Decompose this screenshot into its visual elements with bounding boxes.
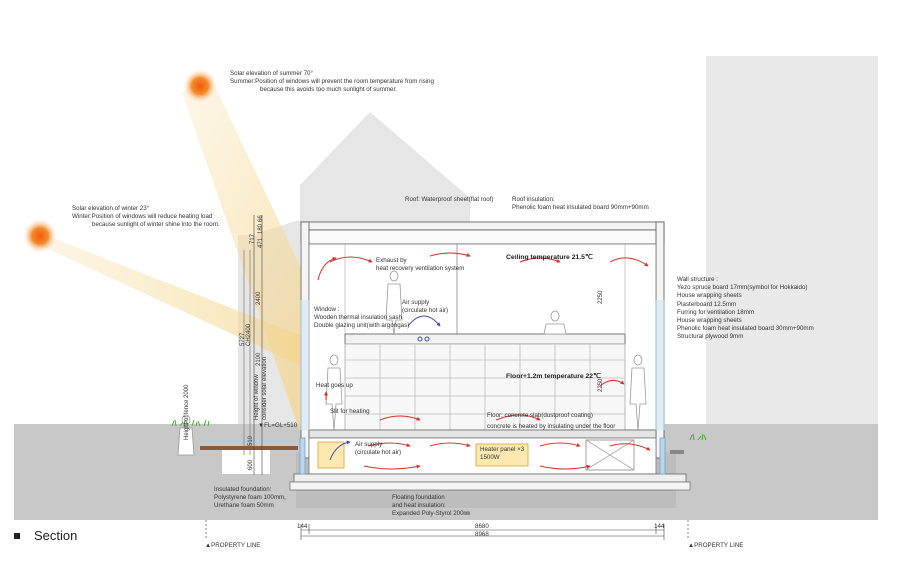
dim-66: 66 (258, 215, 264, 222)
dim-144-right: 144 (654, 523, 665, 530)
dim-8968: 8968 (475, 531, 489, 538)
wall-item-1: House wrapping sheets (677, 292, 742, 300)
insulated-foundation-note: Insulated foundation: Polystyrene foam 1… (214, 486, 286, 511)
dim-2250-bottom: 2250 (598, 378, 604, 392)
height-fence: Height of fence 2000 (184, 384, 190, 440)
ceiling-temperature: Ceiling temperature 21.5℃ (506, 254, 593, 261)
window-note: Window : Wooden thermal insulation sash … (314, 306, 409, 331)
exhaust-line2: heat recovery ventilation system (376, 265, 465, 273)
window-line1: Window : (314, 306, 340, 313)
floating-line1: Floating foundation (392, 494, 445, 501)
heater-line1: Heater panel ×3 (480, 446, 525, 453)
property-line-left: ▲PROPERTY LINE (205, 542, 261, 549)
wall-item-2: Plasterboard 12.5mm (677, 300, 737, 308)
floor-level: ▼FL=GL+510 (258, 422, 298, 429)
air-supply-top-line2: (circulate hot air) (402, 307, 449, 315)
dim-2400: 2400 (256, 291, 262, 305)
height-window-line2: consider solar elevation (262, 356, 268, 420)
air-supply-bottom-note: Air supply (circulate hot air) (355, 441, 401, 457)
dim-510: 510 (248, 435, 254, 446)
house-section (243, 221, 691, 491)
roof-insulation-title: Roof insulation: (512, 196, 555, 203)
window-line3: Double glazing unit(with argongas) (314, 322, 410, 330)
summer-title: Solar elevation of summer 70° (230, 70, 313, 77)
insulated-line1: Insulated foundation: (214, 486, 272, 493)
heater-note: Heater panel ×3 1500W (480, 446, 524, 462)
roof-waterproof: Roof: Waterproof sheet(flat roof) (405, 196, 494, 203)
winter-line2: because sunlight of winter shine into th… (92, 221, 220, 229)
roof-waterproof-note: Roof: Waterproof sheet(flat roof) (405, 196, 494, 204)
floor-line2: concrete is heated by insulating under t… (487, 423, 616, 431)
wall-item-5: Phenolic foam heat insulated board 30mm+… (677, 325, 814, 333)
caption-label: Section (34, 528, 78, 543)
dim-144-left: 144 (297, 523, 308, 530)
wall-item-6: Structural plywood 9mm (677, 333, 744, 341)
wall-item-4: House wrapping sheets (677, 317, 742, 325)
dim-8680: 8680 (475, 523, 489, 530)
floating-foundation-note: Floating foundation and heat insulation:… (392, 494, 470, 519)
insulated-line2: Polystyrene foam 100mm, (214, 494, 286, 502)
slit-for-heating: Slit for heating (330, 408, 370, 415)
floor-line1: Floor: concrete slab(dustproof coating) (487, 412, 593, 419)
dim-ch2400: CH2400 (246, 323, 252, 346)
summer-sun-note: Solar elevation of summer 70° Summer:Pos… (230, 70, 434, 95)
floating-line2: and heat insulation: (392, 502, 446, 510)
dim-717: 717 (250, 233, 256, 244)
air-supply-top-line1: Air supply (402, 299, 430, 306)
wall-item-0: Yezo spruce board 17mm(symbol for Hokkai… (677, 284, 808, 292)
window-line2: Wooden thermal insulation sash (314, 314, 402, 322)
dim-471: 471 (258, 237, 264, 248)
summer-sun-icon (182, 68, 218, 104)
winter-line1: Winter:Position of windows will reduce h… (72, 213, 213, 221)
winter-sun-note: Solar elevation of winter 23° Winter:Pos… (72, 205, 220, 230)
summer-line2: because this avoids too much sunlight of… (260, 86, 397, 94)
summer-line1: Summer:Position of windows will prevent … (230, 78, 434, 86)
section-caption: Section (14, 528, 77, 543)
air-supply-top-note: Air supply (circulate hot air) (402, 299, 448, 315)
dim-2250-top: 2250 (598, 290, 604, 304)
wall-structure-note: Wall structure : Yezo spruce board 17mm(… (677, 276, 814, 342)
property-line-right: ▲PROPERTY LINE (688, 542, 744, 549)
air-supply-bottom-line2: (circulate hot air) (355, 449, 402, 457)
roof-insulation-note: Roof insulation: Phenolic foam heat insu… (512, 196, 649, 212)
exhaust-line1: Exhaust by (376, 257, 407, 264)
winter-sun-icon (22, 218, 58, 254)
winter-title: Solar elevation of winter 23° (72, 205, 150, 212)
wall-title: Wall structure : (677, 276, 719, 283)
dim-600: 600 (248, 459, 254, 470)
floor-temperature: Floor+1.2m temperature 22℃ (506, 373, 601, 380)
exhaust-note: Exhaust by heat recovery ventilation sys… (376, 257, 464, 273)
heat-goes-up: Heat goes up (316, 382, 353, 389)
heater-line2: 1500W (480, 454, 500, 462)
dim-180: 180 (258, 223, 264, 234)
bullet-square-icon (14, 532, 20, 539)
height-window-line1: Height of window (254, 374, 260, 420)
insulated-line3: Urethane foam 50mm (214, 502, 274, 510)
wall-item-3: Furring for ventilation 18mm (677, 308, 755, 316)
roof-insulation-detail: Phenolic foam heat insulated board 90mm+… (512, 204, 649, 212)
floating-line3: Expanded Poly-Styrol 200㎜ (392, 510, 470, 518)
air-supply-bottom-line1: Air supply (355, 441, 383, 448)
floor-note: Floor: concrete slab(dustproof coating) … (487, 412, 615, 431)
